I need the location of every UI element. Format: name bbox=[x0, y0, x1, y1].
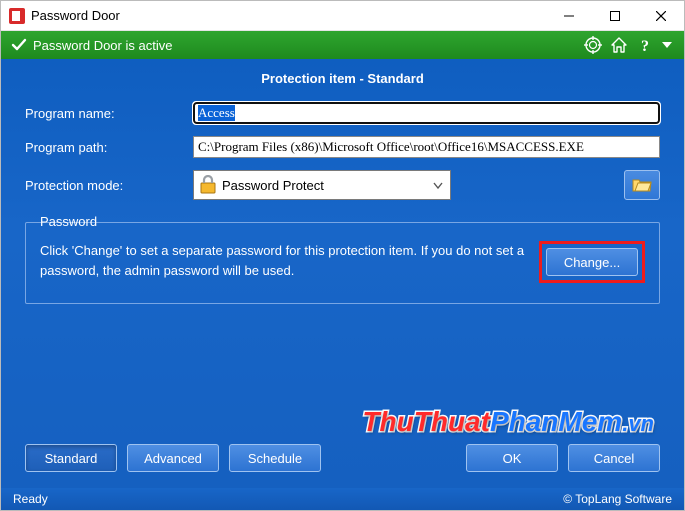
menu-dropdown-icon[interactable] bbox=[660, 34, 674, 56]
advanced-button[interactable]: Advanced bbox=[127, 444, 219, 472]
program-name-label: Program name: bbox=[25, 106, 193, 121]
folder-icon bbox=[632, 177, 652, 193]
footer-status: Ready bbox=[13, 492, 48, 506]
footer-copyright: © TopLang Software bbox=[563, 492, 672, 506]
protection-mode-value: Password Protect bbox=[222, 178, 426, 193]
target-icon[interactable] bbox=[582, 34, 604, 56]
ok-button[interactable]: OK bbox=[466, 444, 558, 472]
footer-bar: Ready © TopLang Software bbox=[1, 488, 684, 510]
change-highlight: Change... bbox=[539, 241, 645, 283]
chevron-down-icon bbox=[426, 178, 450, 193]
app-icon bbox=[9, 8, 25, 24]
page-subtitle: Protection item - Standard bbox=[1, 59, 684, 96]
status-bar: Password Door is active ? bbox=[1, 31, 684, 59]
titlebar: Password Door bbox=[1, 1, 684, 31]
standard-button[interactable]: Standard bbox=[25, 444, 117, 472]
program-path-label: Program path: bbox=[25, 140, 193, 155]
lock-icon bbox=[194, 171, 222, 199]
status-text: Password Door is active bbox=[33, 38, 172, 53]
svg-text:?: ? bbox=[641, 38, 649, 54]
password-legend: Password bbox=[36, 214, 101, 229]
content-area: Protection item - Standard Program name:… bbox=[1, 59, 684, 488]
password-fieldset: Password Click 'Change' to set a separat… bbox=[25, 222, 660, 304]
browse-button[interactable] bbox=[624, 170, 660, 200]
cancel-button[interactable]: Cancel bbox=[568, 444, 660, 472]
close-button[interactable] bbox=[638, 1, 684, 30]
minimize-button[interactable] bbox=[546, 1, 592, 30]
help-icon[interactable]: ? bbox=[634, 34, 656, 56]
change-button[interactable]: Change... bbox=[546, 248, 638, 276]
window-title: Password Door bbox=[31, 8, 120, 23]
watermark: ThuThuatPhanMem.vn bbox=[362, 406, 654, 438]
check-icon bbox=[11, 37, 27, 53]
app-window: Password Door Password Door is active ? bbox=[0, 0, 685, 511]
protection-mode-label: Protection mode: bbox=[25, 178, 193, 193]
home-icon[interactable] bbox=[608, 34, 630, 56]
schedule-button[interactable]: Schedule bbox=[229, 444, 321, 472]
program-name-input[interactable] bbox=[193, 102, 660, 124]
maximize-button[interactable] bbox=[592, 1, 638, 30]
protection-mode-combo[interactable]: Password Protect bbox=[193, 170, 451, 200]
dialog-button-row: Standard Advanced Schedule OK Cancel bbox=[1, 444, 684, 488]
program-path-input[interactable] bbox=[193, 136, 660, 158]
password-info-text: Click 'Change' to set a separate passwor… bbox=[40, 241, 525, 280]
